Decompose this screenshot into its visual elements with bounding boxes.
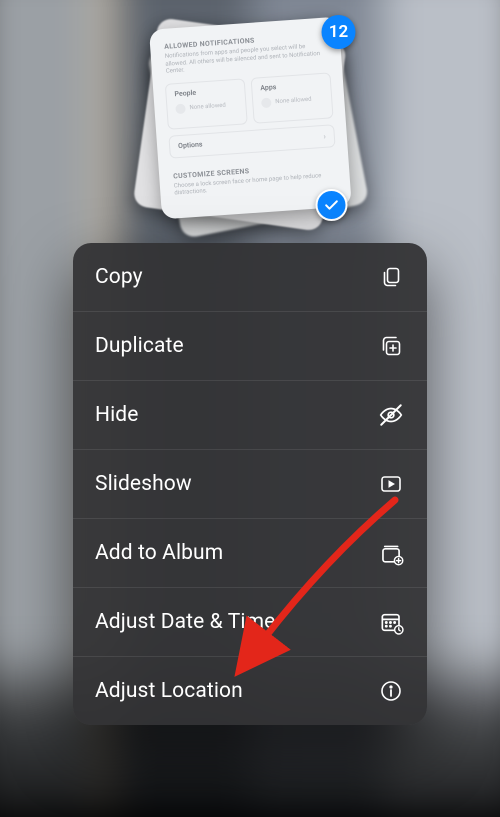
selected-photos-stack[interactable]: ALLOWED NOTIFICATIONS Notifications from…: [143, 15, 358, 225]
menu-item-adjust-location[interactable]: Adjust Location: [73, 657, 427, 725]
menu-item-add-to-album[interactable]: Add to Album: [73, 519, 427, 588]
menu-label: Hide: [95, 403, 138, 427]
preview-options-row: Options›: [168, 124, 335, 159]
checkmark-icon: [324, 197, 340, 213]
menu-item-hide[interactable]: Hide: [73, 381, 427, 450]
menu-label: Slideshow: [95, 472, 192, 496]
play-rect-icon: [377, 470, 405, 498]
menu-item-duplicate[interactable]: Duplicate: [73, 312, 427, 381]
duplicate-icon: [377, 332, 405, 360]
selection-check-badge: [316, 189, 348, 221]
context-menu: Copy Duplicate Hide Sli: [73, 243, 427, 725]
menu-label: Add to Album: [95, 541, 223, 565]
calendar-clock-icon: [377, 608, 405, 636]
album-add-icon: [377, 539, 405, 567]
preview-cell-people: People: [174, 85, 236, 97]
location-info-icon: [377, 677, 405, 705]
menu-label: Copy: [95, 265, 143, 289]
stack-card-front: ALLOWED NOTIFICATIONS Notifications from…: [148, 17, 351, 220]
preview-cell-apps: Apps: [259, 79, 321, 91]
menu-item-copy[interactable]: Copy: [73, 243, 427, 312]
menu-label: Duplicate: [95, 334, 184, 358]
menu-label: Adjust Location: [95, 679, 243, 703]
copy-icon: [377, 263, 405, 291]
menu-label: Adjust Date & Time: [95, 610, 275, 634]
menu-item-slideshow[interactable]: Slideshow: [73, 450, 427, 519]
selection-count-badge: 12: [322, 15, 356, 49]
eye-slash-icon: [377, 401, 405, 429]
menu-item-adjust-date-time[interactable]: Adjust Date & Time: [73, 588, 427, 657]
